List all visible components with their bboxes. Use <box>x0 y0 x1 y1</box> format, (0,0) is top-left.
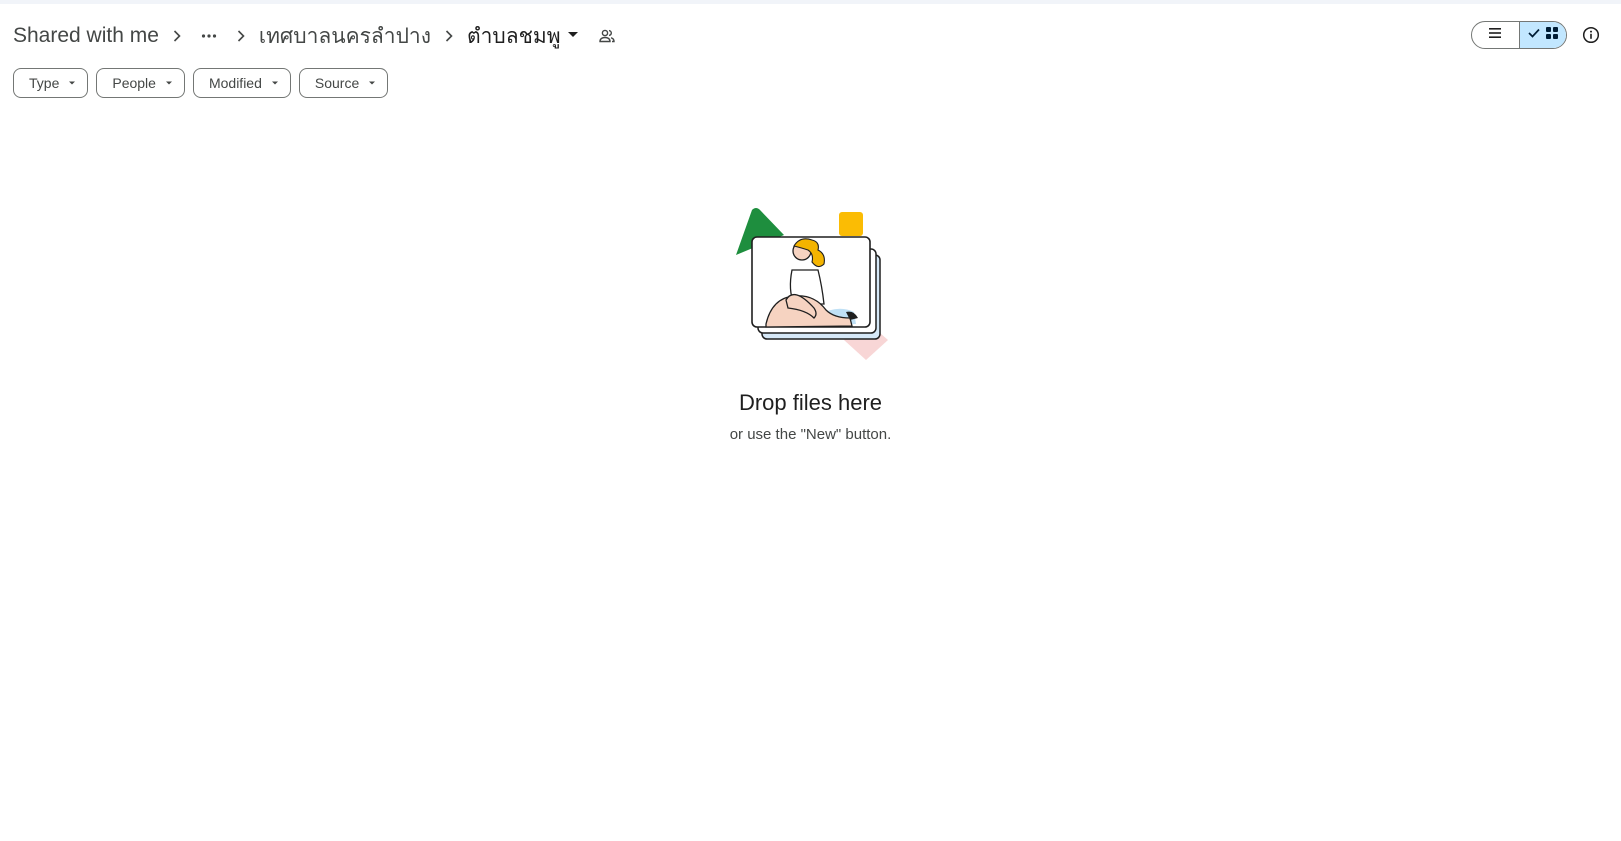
chevron-right-icon <box>159 28 195 44</box>
list-view-icon <box>1487 25 1503 46</box>
filter-modified[interactable]: Modified <box>192 68 291 98</box>
list-view-button[interactable] <box>1472 22 1519 48</box>
info-icon[interactable] <box>1578 22 1604 48</box>
filter-source[interactable]: Source <box>298 68 389 98</box>
grid-view-icon <box>1545 26 1559 45</box>
chevron-right-icon <box>431 28 467 44</box>
chevron-right-icon <box>223 28 259 44</box>
view-toggle <box>1471 21 1567 49</box>
filter-people[interactable]: People <box>96 68 185 98</box>
arrow-drop-down-icon <box>270 78 280 88</box>
arrow-drop-down-icon <box>164 78 174 88</box>
filter-type[interactable]: Type <box>13 68 89 98</box>
empty-state-subtitle: or use the "New" button. <box>729 426 892 443</box>
breadcrumb-shared-with-me[interactable]: Shared with me <box>13 20 159 52</box>
filter-label: Type <box>29 75 60 91</box>
breadcrumb: Shared with me เทศบาลนครลำปาง ตำบลชมพู <box>13 14 619 58</box>
empty-folder-illustration <box>735 208 888 360</box>
more-horiz-icon[interactable] <box>195 22 223 50</box>
arrow-drop-down-icon <box>367 78 377 88</box>
header: Shared with me เทศบาลนครลำปาง ตำบลชมพู <box>0 14 1621 58</box>
top-border <box>0 0 1621 4</box>
filter-bar: Type People Modified Source <box>13 68 389 98</box>
empty-state-title: Drop files here <box>738 390 883 415</box>
empty-state: Drop files here or use the "New" button. <box>0 200 1621 443</box>
check-icon <box>1527 26 1541 45</box>
filter-label: People <box>112 75 156 91</box>
people-icon <box>595 24 619 48</box>
breadcrumb-current-folder[interactable]: ตำบลชมพู <box>467 16 583 57</box>
filter-label: Source <box>314 75 360 91</box>
grid-view-button[interactable] <box>1518 22 1566 48</box>
current-folder-name: ตำบลชมพู <box>466 24 561 48</box>
arrow-drop-down-icon <box>67 78 77 88</box>
filter-label: Modified <box>208 75 262 91</box>
arrow-drop-down-icon <box>563 24 583 49</box>
breadcrumb-parent-folder[interactable]: เทศบาลนครลำปาง <box>259 16 431 57</box>
